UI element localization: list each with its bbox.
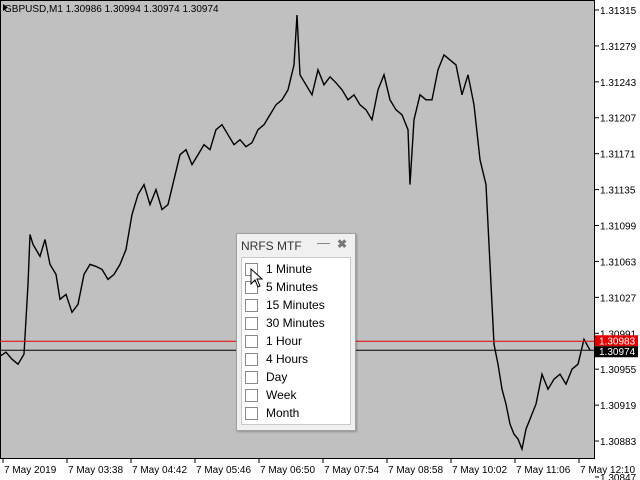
- price-tick-label: 1.31063: [600, 257, 637, 268]
- time-tick-label: 7 May 2019: [4, 465, 57, 476]
- timeframe-item[interactable]: Day: [245, 369, 287, 385]
- bid-price-label: 1.30983: [599, 336, 636, 347]
- price-tick-label: 1.31315: [600, 6, 637, 17]
- chart-header: GBPUSD,M1 1.30986 1.30994 1.30974 1.3097…: [4, 4, 219, 15]
- timeframe-label: Month: [266, 406, 300, 420]
- time-tick-label: 7 May 06:50: [260, 465, 315, 476]
- price-tick-label: 1.31099: [600, 222, 637, 233]
- time-tick-label: 7 May 12:10: [580, 465, 635, 476]
- timeframe-checkbox[interactable]: [245, 334, 258, 348]
- time-tick-label: 7 May 03:38: [68, 465, 123, 476]
- timeframe-label: Week: [266, 388, 297, 402]
- timeframe-checkbox[interactable]: [245, 370, 258, 384]
- timeframe-checkbox[interactable]: [245, 406, 258, 420]
- timeframe-item[interactable]: 4 Hours: [245, 351, 308, 367]
- mouse-cursor-icon: [250, 268, 264, 288]
- timeframe-label: Day: [266, 370, 288, 384]
- ask-price-label: 1.30974: [599, 347, 636, 358]
- time-tick-label: 7 May 07:54: [324, 465, 379, 476]
- price-tick-label: 1.31171: [600, 150, 636, 161]
- timeframe-item[interactable]: Month: [245, 405, 299, 421]
- timeframe-label: 30 Minutes: [266, 316, 325, 330]
- price-axis: 1.31315 1.31279 1.31243 1.31207 1.31171 1.311…: [595, 6, 637, 480]
- timeframe-label: 1 Hour: [266, 334, 303, 348]
- price-tick-label: 1.30955: [600, 365, 637, 376]
- price-tick-label: 1.31027: [600, 293, 637, 304]
- time-axis: 7 May 2019 7 May 03:38 7 May 04:42 7 May 05…: [2, 459, 635, 476]
- price-tick-label: 1.31135: [600, 186, 636, 197]
- close-icon[interactable]: ✖: [337, 237, 347, 251]
- timeframe-checkbox[interactable]: [245, 352, 258, 366]
- timeframe-label: 1 Minute: [266, 262, 313, 276]
- timeframe-item[interactable]: 1 Hour: [245, 333, 302, 349]
- timeframe-label: 4 Hours: [266, 352, 309, 366]
- price-tick-label: 1.30883: [600, 437, 637, 448]
- timeframe-item[interactable]: 30 Minutes: [245, 315, 325, 331]
- time-tick-label: 7 May 08:58: [388, 465, 443, 476]
- price-tick-label: 1.31279: [600, 42, 637, 53]
- panel-title: NRFS MTF: [241, 239, 302, 253]
- price-tick-label: 1.31207: [600, 114, 637, 125]
- time-tick-label: 7 May 05:46: [196, 465, 251, 476]
- minimize-icon[interactable]: —: [317, 235, 330, 250]
- timeframe-item[interactable]: Week: [245, 387, 296, 403]
- timeframe-checkbox[interactable]: [245, 298, 258, 312]
- time-tick-label: 7 May 10:02: [452, 465, 507, 476]
- price-tick-label: 1.31243: [600, 78, 637, 89]
- timeframe-label: 15 Minutes: [266, 298, 325, 312]
- nrfs-mtf-panel[interactable]: NRFS MTF — ✖ 1 Minute 5 Minutes 15 Minut…: [236, 233, 356, 431]
- price-tick-label: 1.30919: [600, 401, 637, 412]
- timeframe-checkbox[interactable]: [245, 388, 258, 402]
- timeframe-item[interactable]: 15 Minutes: [245, 297, 325, 313]
- timeframe-label: 5 Minutes: [266, 280, 319, 294]
- timeframe-checkbox[interactable]: [245, 316, 258, 330]
- time-tick-label: 7 May 04:42: [132, 465, 187, 476]
- time-tick-label: 7 May 11:06: [516, 465, 571, 476]
